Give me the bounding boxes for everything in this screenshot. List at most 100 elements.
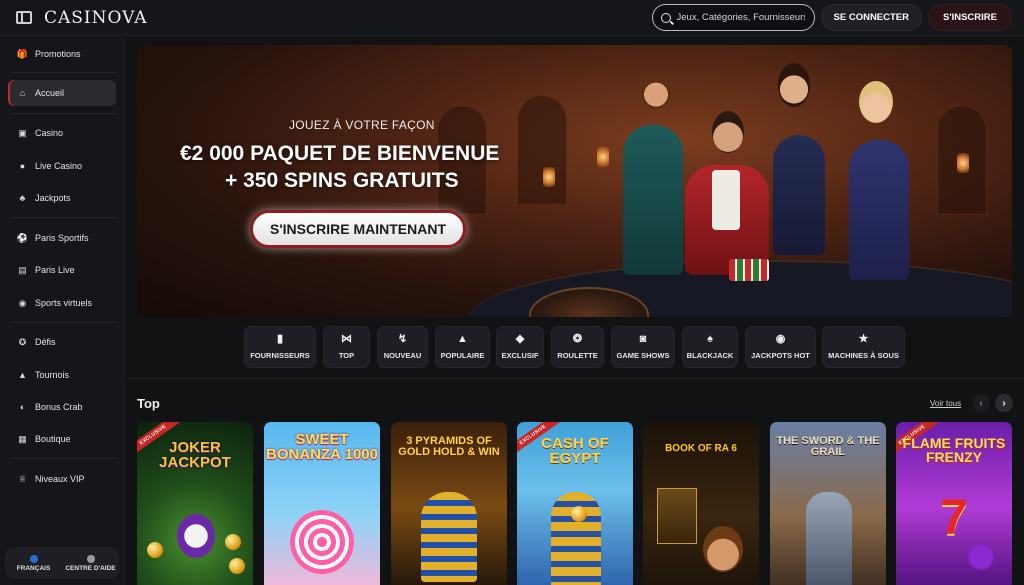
top-bar: CASINOVA SE CONNECTER S'INSCRIRE xyxy=(0,0,1024,36)
game-card-3-pyramids-of-gold[interactable]: 3 PYRAMIDS OF GOLD HOLD & WIN xyxy=(391,422,507,585)
category-exclusif[interactable]: ◆ EXCLUSIF xyxy=(496,326,544,368)
signup-button[interactable]: S'INSCRIRE xyxy=(928,4,1012,31)
see-all-link[interactable]: Voir tous xyxy=(930,399,961,408)
roulette-icon: ❂ xyxy=(572,333,583,345)
game-card-the-sword-and-the-grail[interactable]: THE SWORD & THE GRAIL xyxy=(770,422,886,585)
claw-machine-icon: ◐ xyxy=(19,402,26,412)
help-label: CENTRE D'AIDE xyxy=(65,564,116,572)
game-card-joker-jackpot[interactable]: EXCLUSIVE JOKER JACKPOT xyxy=(137,422,253,585)
header-actions: SE CONNECTER S'INSCRIRE xyxy=(651,4,1012,31)
sidebar-divider xyxy=(12,72,116,73)
lightning-icon: ↯ xyxy=(397,333,408,345)
explorer-figure xyxy=(703,526,743,572)
sidebar-divider xyxy=(12,322,116,323)
game-card-cash-of-egypt[interactable]: EXCLUSIVE CASH OF EGYPT xyxy=(517,422,633,585)
signup-now-button[interactable]: S'INSCRIRE MAINTENANT xyxy=(250,210,466,248)
sidebar-item-label: Tournois xyxy=(35,370,70,380)
category-machines-a-sous[interactable]: ★ MACHINES À SOUS xyxy=(822,326,905,368)
sidebar-item-paris-live[interactable]: ▤ Paris Live xyxy=(8,257,116,283)
sidebar-item-label: Bonus Crab xyxy=(35,402,83,412)
sidebar-item-tournois[interactable]: ▲ Tournois xyxy=(8,362,116,388)
sidebar-item-label: Accueil xyxy=(35,88,65,98)
category-top[interactable]: ⋈ TOP xyxy=(323,326,370,368)
welcome-banner[interactable]: JOUEZ À VOTRE FAÇON €2 000 PAQUET DE BIE… xyxy=(137,45,1012,317)
carousel-next-button[interactable]: › xyxy=(995,394,1013,412)
sidebar-item-accueil[interactable]: ⌂ Accueil xyxy=(8,80,116,106)
game-title: 3 PYRAMIDS OF GOLD HOLD & WIN xyxy=(398,435,500,458)
gold-coin xyxy=(225,534,241,550)
sidebar-item-sports-virtuels[interactable]: ◉ Sports virtuels xyxy=(8,290,116,316)
banner-subtitle: JOUEZ À VOTRE FAÇON xyxy=(289,118,435,132)
trophy-icon: ▲ xyxy=(18,370,27,380)
sidebar-item-bonus-crab[interactable]: ◐ Bonus Crab xyxy=(8,394,116,420)
sidebar-divider xyxy=(12,113,116,114)
hot-coin-icon: ◉ xyxy=(775,333,786,345)
joker-face xyxy=(177,514,215,558)
category-game-shows[interactable]: ◙ GAME SHOWS xyxy=(611,326,675,368)
sidebar-toggle-icon[interactable] xyxy=(16,11,32,24)
game-card-book-of-ra-6[interactable]: BOOK OF RA 6 xyxy=(643,422,759,585)
category-label: MACHINES À SOUS xyxy=(828,351,899,360)
sidebar-item-label: Jackpots xyxy=(35,193,71,203)
category-label: NOUVEAU xyxy=(383,351,422,360)
sidebar-item-label: Défis xyxy=(35,337,56,347)
sidebar-item-live-casino[interactable]: ● Live Casino xyxy=(8,153,116,179)
game-card-flame-fruits-frenzy[interactable]: EXCLUSIVE FLAME FRUITS FRENZY 7 xyxy=(896,422,1012,585)
globe-icon xyxy=(29,554,38,563)
sidebar-item-defis[interactable]: ✪ Défis xyxy=(8,329,116,355)
ancient-book xyxy=(657,488,697,544)
category-roulette[interactable]: ❂ ROULETTE xyxy=(551,326,604,368)
login-button[interactable]: SE CONNECTER xyxy=(820,4,922,31)
sidebar-item-promotions[interactable]: 🎁 Promotions xyxy=(8,41,116,67)
sidebar-item-casino[interactable]: ▣ Casino xyxy=(8,120,116,146)
woman-teal-dress xyxy=(623,125,683,275)
category-nouveau[interactable]: ↯ NOUVEAU xyxy=(377,326,428,368)
woman-face xyxy=(859,81,893,123)
virtual-sports-icon: ◉ xyxy=(18,297,27,308)
casinova-logo[interactable]: CASINOVA xyxy=(44,8,148,28)
banner-headline: €2 000 PAQUET DE BIENVENUE xyxy=(180,142,500,165)
language-label: FRANÇAIS xyxy=(16,564,51,572)
man-face xyxy=(712,111,744,153)
sidebar-footer: FRANÇAIS CENTRE D'AIDE xyxy=(5,547,119,579)
category-label: GAME SHOWS xyxy=(616,351,670,360)
sidebar-item-jackpots[interactable]: ♣ Jackpots xyxy=(8,185,116,211)
category-label: TOP xyxy=(338,351,355,360)
category-blackjack[interactable]: ♠ BLACKJACK xyxy=(682,326,738,368)
game-title: BOOK OF RA 6 xyxy=(665,443,737,454)
carousel-prev-button[interactable]: ‹ xyxy=(972,394,990,412)
sidebar-divider xyxy=(12,217,116,218)
language-selector[interactable]: FRANÇAIS xyxy=(5,547,62,579)
crown-icon: ♕ xyxy=(18,473,27,484)
mask-icon: ◙ xyxy=(639,333,647,345)
sidebar-item-paris-sportifs[interactable]: ⚽ Paris Sportifs xyxy=(8,225,116,251)
lucky-seven-symbol: 7 xyxy=(940,489,968,545)
banner-headline-2: + 350 SPINS GRATUITS xyxy=(225,169,459,192)
sidebar-item-niveaux-vip[interactable]: ♕ Niveaux VIP xyxy=(8,466,116,492)
sidebar-item-label: Boutique xyxy=(35,434,71,444)
knight-armor xyxy=(806,492,852,585)
category-populaire[interactable]: ▲ POPULAIRE xyxy=(435,326,490,368)
clover-icon: ♣ xyxy=(19,193,26,203)
category-fournisseurs[interactable]: ▮ FOURNISSEURS xyxy=(244,326,316,368)
background-arch xyxy=(517,95,567,205)
cards-icon: ♠ xyxy=(707,333,713,345)
game-title: FLAME FRUITS FRENZY xyxy=(902,435,1006,465)
live-tv-icon: ▤ xyxy=(18,264,27,275)
help-center-link[interactable]: CENTRE D'AIDE xyxy=(62,547,119,579)
flame-icon: ▲ xyxy=(457,333,468,345)
gift-icon: 🎁 xyxy=(16,48,29,59)
wall-lamp xyxy=(543,167,555,187)
chevron-right-icon: › xyxy=(1002,397,1006,409)
game-card-sweet-bonanza-1000[interactable]: SWEET BONANZA 1000 xyxy=(264,422,380,585)
gold-coin xyxy=(147,542,163,558)
sidebar-item-label: Paris Live xyxy=(35,265,75,275)
sidebar-item-boutique[interactable]: ▦ Boutique xyxy=(8,426,116,452)
category-jackpots-hot[interactable]: ◉ JACKPOTS HOT xyxy=(745,326,816,368)
provider-card-icon: ▮ xyxy=(276,333,284,345)
category-label: BLACKJACK xyxy=(686,351,734,360)
search-box[interactable] xyxy=(651,4,815,31)
search-input[interactable] xyxy=(676,12,805,23)
bow-tie-icon: ⋈ xyxy=(341,333,352,345)
chevron-left-icon: ‹ xyxy=(979,397,983,409)
